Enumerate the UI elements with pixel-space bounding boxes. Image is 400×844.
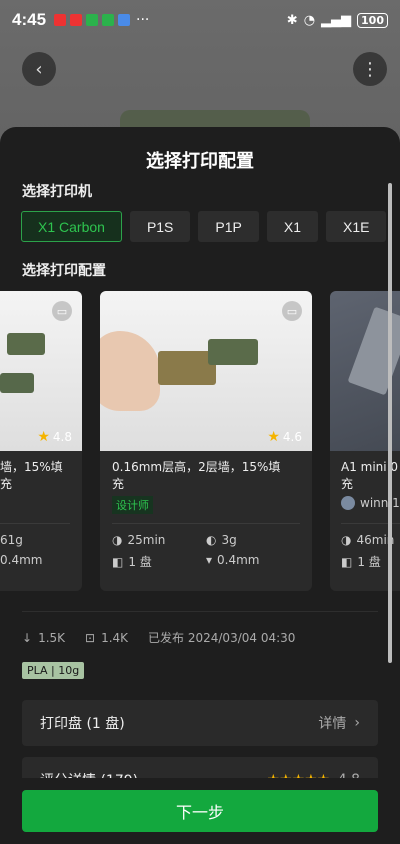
printer-chip-x1e[interactable]: X1E xyxy=(326,211,387,242)
layers-icon: ▭ xyxy=(282,301,302,321)
time-icon: ◑ xyxy=(341,533,352,547)
plate-label: 打印盘 (1 盘) xyxy=(40,716,125,732)
print-count: 1.4K xyxy=(101,630,129,645)
rating-value: 4.6 xyxy=(282,430,302,444)
bluetooth-icon: ✱ xyxy=(286,12,298,28)
print-config-sheet: 选择打印配置 选择打印机 X1 Carbon P1S P1P X1 X1E 选择… xyxy=(0,127,400,844)
more-notifications-icon: ··· xyxy=(136,12,150,28)
printer-chip-x1[interactable]: X1 xyxy=(266,211,318,242)
card-time: ◑ 25min xyxy=(112,533,165,547)
config-card[interactable]: ▭ ★ 4.6 0.16mm层高，2层墙，15%填充 设计师 ◑ 25min ◐ 3g… xyxy=(100,291,312,591)
publish-date: 已发布 2024/03/04 04:30 xyxy=(148,631,296,645)
card-title: 墙，15%填充 xyxy=(0,459,70,493)
star-icon: ★ xyxy=(267,429,280,445)
plates-value: 1 盘 xyxy=(357,555,381,569)
plate-icon: ◧ xyxy=(112,554,124,569)
printer-chip-x1-carbon[interactable]: X1 Carbon xyxy=(21,211,122,242)
card-plates: ◧ 1 盘 xyxy=(341,553,381,570)
rating-value: 4.8 xyxy=(52,430,72,444)
app-icon xyxy=(118,14,131,26)
download-icon: ↓ xyxy=(22,630,33,645)
sheet-title: 选择打印配置 xyxy=(146,151,254,172)
signal-icon: ▂▄▆ xyxy=(321,12,352,28)
card-rating: ★ 4.6 xyxy=(267,429,302,445)
plate-icon: ◧ xyxy=(341,554,353,569)
star-icon: ★ xyxy=(37,429,50,445)
next-button[interactable]: 下一步 xyxy=(22,790,378,832)
app-icon xyxy=(54,14,67,26)
nozzle-icon: ▾ xyxy=(206,553,213,567)
time-value: 25min xyxy=(127,533,166,547)
card-divider xyxy=(112,523,300,524)
app-icon xyxy=(70,14,83,26)
card-title-line: 墙，15%填 xyxy=(0,460,63,474)
card-title-line: 充 xyxy=(341,477,354,491)
chevron-right-icon: › xyxy=(354,715,360,731)
card-rating: ★ 4.8 xyxy=(37,429,72,445)
app-icon xyxy=(102,14,115,26)
more-button[interactable]: ⋮ xyxy=(353,52,387,86)
battery-icon: 100 xyxy=(357,12,388,28)
card-title-line: 充 xyxy=(0,477,13,491)
card-plates: ◧ 1 盘 xyxy=(112,553,152,570)
wechat-icon xyxy=(86,14,99,26)
config-card[interactable]: ▭ ★ 4.8 墙，15%填充 61g 0.4mm xyxy=(0,291,82,591)
filament-tag: PLA | 10g xyxy=(22,662,85,679)
status-time: 4:45 xyxy=(12,10,47,29)
card-divider xyxy=(0,523,70,524)
filament-icon: ◐ xyxy=(206,533,217,547)
plate-detail-link[interactable]: 详情 xyxy=(318,713,346,733)
printer-chips: X1 Carbon P1S P1P X1 X1E xyxy=(0,211,400,242)
user-name: winn 1 xyxy=(360,496,400,510)
printer-chip-p1p[interactable]: P1P xyxy=(198,211,259,242)
download-count: 1.5K xyxy=(38,630,66,645)
card-time: ◑ 46min xyxy=(341,533,394,547)
card-weight: ◐ 3g xyxy=(206,533,237,547)
plates-value: 1 盘 xyxy=(128,555,152,569)
config-section-label: 选择打印配置 xyxy=(22,263,106,279)
status-bar: 4:45 ··· ✱ ◔ ▂▄▆ 100 xyxy=(0,0,400,40)
time-icon: ◑ xyxy=(112,533,123,547)
avatar xyxy=(341,496,355,510)
nozzle-value: 0.4mm xyxy=(217,553,260,567)
plate-row[interactable]: 打印盘 (1 盘) 详情 › xyxy=(22,700,378,746)
chevron-left-icon: ‹ xyxy=(35,58,43,80)
layers-icon: ▭ xyxy=(52,301,72,321)
config-cards: ▭ ★ 4.8 墙，15%填充 61g 0.4mm ▭ ★ 4.6 0.16mm层高… xyxy=(0,291,400,591)
designer-badge: 设计师 xyxy=(112,496,153,514)
card-nozzle: 0.4mm xyxy=(0,553,43,567)
more-vertical-icon: ⋮ xyxy=(361,58,379,80)
wifi-icon: ◔ xyxy=(303,12,316,28)
card-title-line: 0.16mm层高，2层墙，15%填 xyxy=(112,460,281,474)
card-image xyxy=(100,291,312,451)
card-nozzle: ▾ 0.4mm xyxy=(206,553,260,567)
notification-icons xyxy=(54,14,131,26)
divider xyxy=(22,611,378,612)
scrollbar[interactable] xyxy=(388,183,392,663)
print-icon: ⊡ xyxy=(85,630,96,645)
back-button[interactable]: ‹ xyxy=(22,52,56,86)
model-meta: ↓ 1.5K ⊡ 1.4K 已发布 2024/03/04 04:30 xyxy=(22,629,295,646)
printer-section-label: 选择打印机 xyxy=(22,184,92,200)
printer-chip-p1s[interactable]: P1S xyxy=(129,211,191,242)
weight-value: 3g xyxy=(221,533,237,547)
card-title: 0.16mm层高，2层墙，15%填充 xyxy=(112,459,300,493)
card-weight: 61g xyxy=(0,533,23,547)
card-title-line: 充 xyxy=(112,477,125,491)
